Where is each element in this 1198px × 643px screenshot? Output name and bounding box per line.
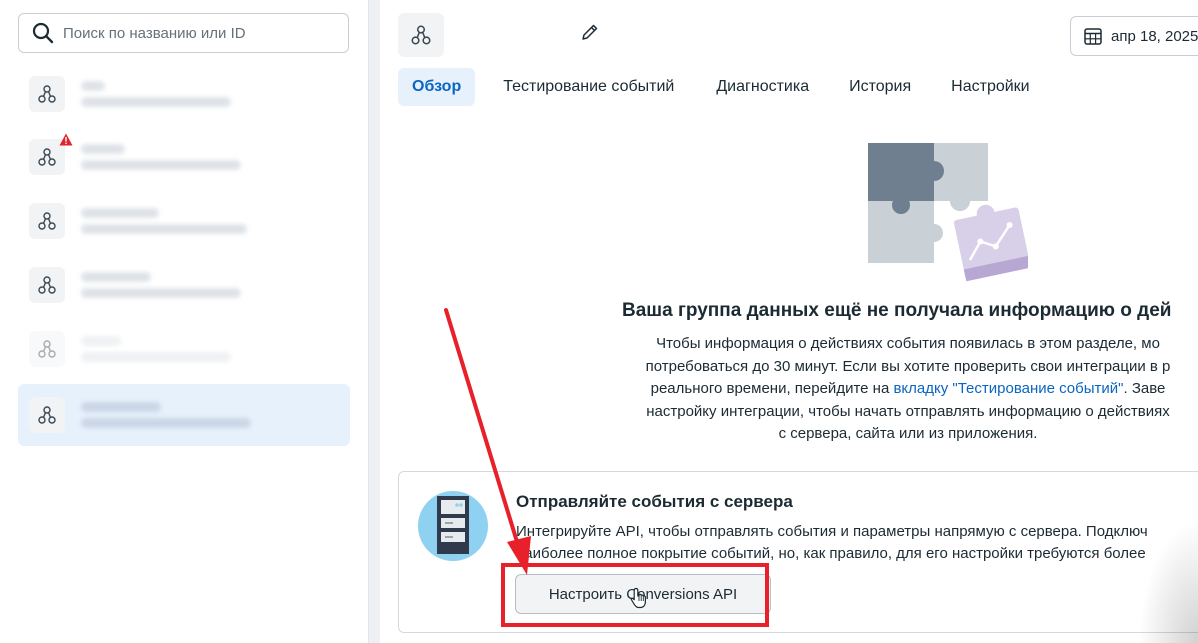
- tab-diagnostics[interactable]: Диагностика: [702, 68, 823, 106]
- card-description: Интегрируйте API, чтобы отправлять событ…: [516, 521, 1148, 565]
- dataset-icon: [29, 397, 65, 433]
- card-description-line: Интегрируйте API, чтобы отправлять событ…: [516, 523, 1148, 540]
- puzzle-illustration: [868, 143, 1028, 282]
- pencil-icon[interactable]: [580, 22, 600, 42]
- description-line: реального времени, перейдите на вкладку …: [618, 378, 1198, 401]
- description-text: . Заве: [1123, 380, 1166, 397]
- dataset-icon: [29, 267, 65, 303]
- dataset-icon: [29, 76, 65, 112]
- dataset-item[interactable]: [18, 318, 350, 380]
- dataset-item-selected[interactable]: [18, 384, 350, 446]
- tab-bar: Обзор Тестирование событий Диагностика И…: [398, 67, 1058, 107]
- card-title: Отправляйте события с сервера: [516, 492, 793, 511]
- card-description-line: наиболее полное покрытие событий, но, ка…: [516, 545, 1146, 562]
- date-range-label: апр 18, 2025: [1111, 27, 1198, 45]
- search-icon: [32, 22, 54, 44]
- search-input[interactable]: [63, 24, 323, 42]
- search-box[interactable]: [18, 13, 349, 53]
- tab-settings[interactable]: Настройки: [937, 68, 1043, 106]
- dataset-item[interactable]: [18, 254, 350, 316]
- tab-overview[interactable]: Обзор: [398, 68, 476, 106]
- tab-history[interactable]: История: [835, 68, 925, 106]
- dataset-icon: [29, 133, 73, 175]
- main-panel: апр 18, 2025 Обзор Тестирование событий …: [380, 0, 1198, 643]
- empty-state-description: Чтобы информация о действиях события поя…: [618, 333, 1198, 446]
- hand-cursor-icon: [630, 587, 646, 609]
- description-line: потребоваться до 30 минут. Если вы хотит…: [645, 357, 1171, 375]
- server-illustration: [418, 491, 488, 561]
- test-events-tab-link[interactable]: вкладку "Тестирование событий": [893, 380, 1123, 397]
- sidebar: [0, 0, 368, 643]
- description-text: реального времени, перейдите на: [650, 380, 894, 397]
- empty-state-title: Ваша группа данных ещё не получала инфор…: [622, 300, 1172, 321]
- dataset-icon: [29, 331, 65, 367]
- calendar-icon: [1084, 28, 1102, 45]
- dataset-item[interactable]: [18, 63, 350, 125]
- dataset-item[interactable]: [18, 126, 350, 188]
- dataset-icon: [29, 203, 65, 239]
- description-line: настройку интеграции, чтобы начать отпра…: [646, 402, 1170, 420]
- dataset-item[interactable]: [18, 190, 350, 252]
- description-line: Чтобы информация о действиях события поя…: [656, 335, 1160, 352]
- dataset-icon: [398, 13, 444, 57]
- warning-icon: [59, 133, 73, 146]
- panel-divider[interactable]: [368, 0, 380, 643]
- tab-test-events[interactable]: Тестирование событий: [489, 68, 688, 106]
- date-range-button[interactable]: апр 18, 2025: [1070, 16, 1198, 56]
- description-line: с сервера, сайта или из приложения.: [778, 425, 1038, 442]
